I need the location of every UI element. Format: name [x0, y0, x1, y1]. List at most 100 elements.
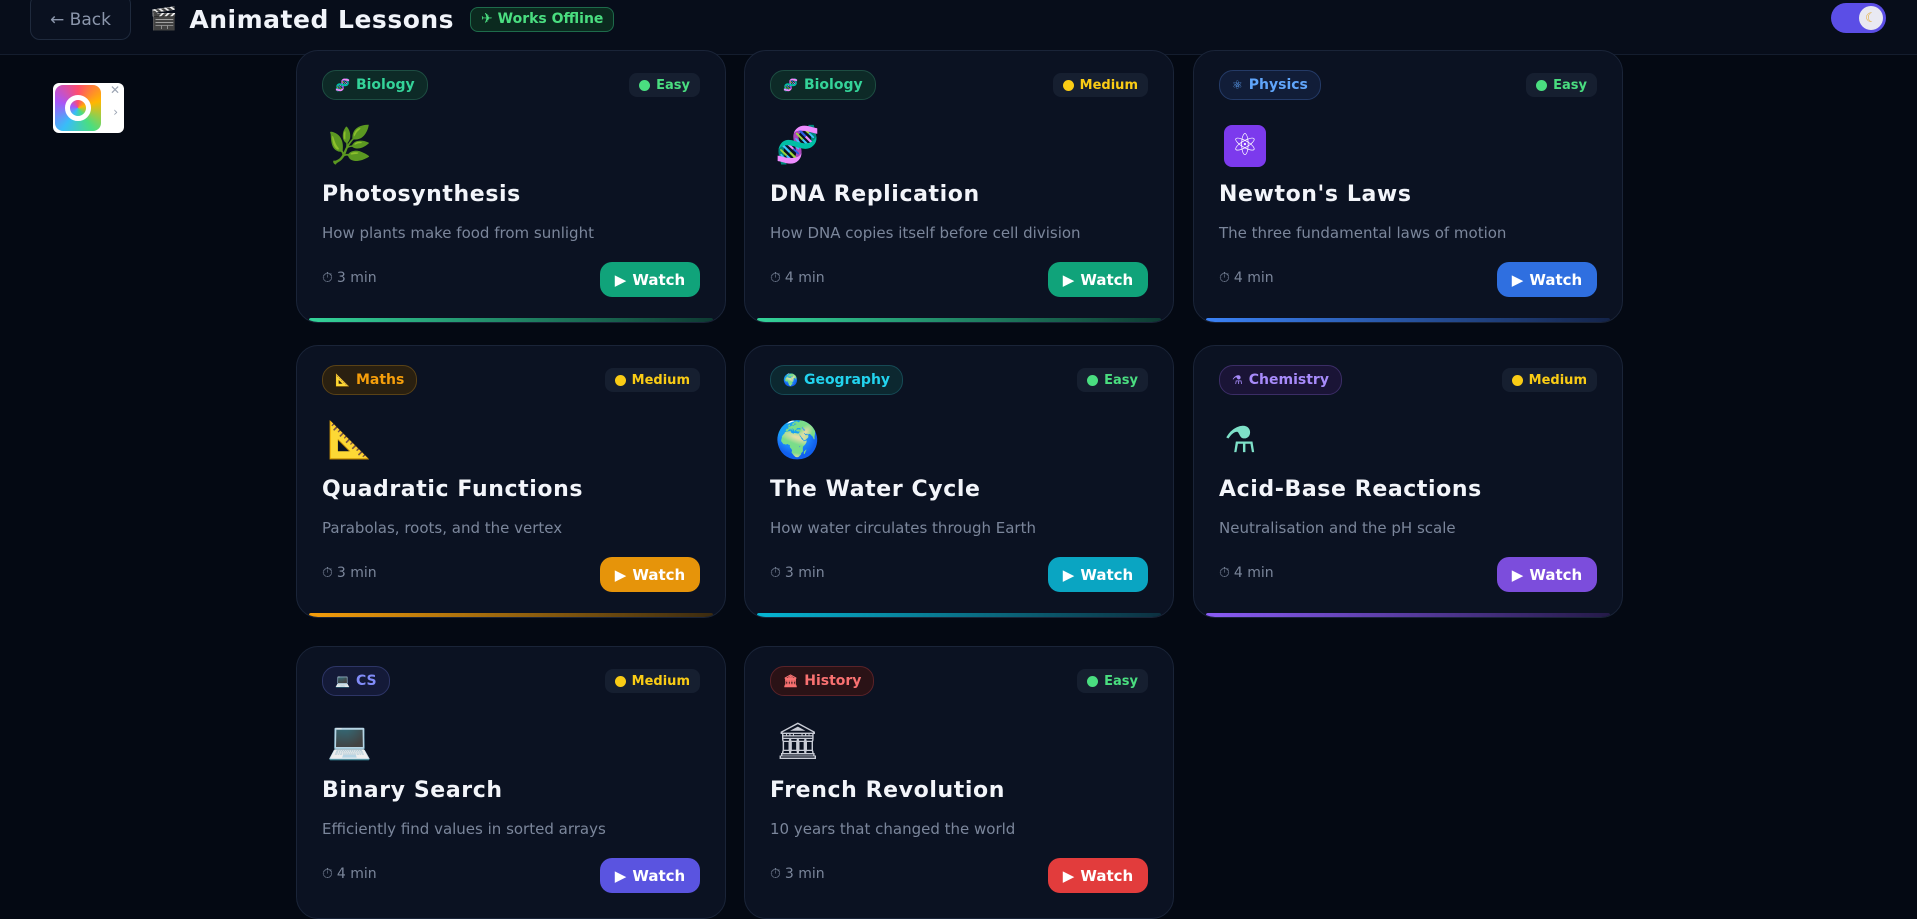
lesson-title: Binary Search: [322, 778, 503, 803]
difficulty-badge: Medium: [604, 368, 700, 392]
lesson-description: How water circulates through Earth: [770, 519, 1036, 537]
globe-icon: 🌍: [783, 373, 798, 387]
back-button[interactable]: ← Back: [30, 0, 131, 40]
laptop-icon: 💻: [335, 674, 350, 688]
watch-button[interactable]: ▶ Watch: [1048, 858, 1148, 893]
watch-button[interactable]: ▶ Watch: [1048, 262, 1148, 297]
dna-icon: 🧬: [783, 78, 798, 92]
timer-icon: ⏱: [1219, 565, 1230, 581]
top-bar: ← Back 🎬 Animated Lessons ✈ Works Offlin…: [0, 0, 1917, 55]
classical-building-icon: 🏛: [775, 721, 821, 762]
difficulty-badge: Easy: [1526, 73, 1597, 97]
lesson-description: How plants make food from sunlight: [322, 224, 594, 242]
lesson-description: The three fundamental laws of motion: [1219, 224, 1507, 242]
clapper-icon: 🎬: [150, 6, 178, 32]
play-icon: ▶: [1062, 270, 1075, 289]
play-icon: ▶: [1062, 866, 1075, 885]
timer-icon: ⏱: [1219, 270, 1230, 286]
watch-button[interactable]: ▶ Watch: [600, 557, 700, 592]
timer-icon: ⏱: [322, 270, 333, 286]
lesson-description: Neutralisation and the pH scale: [1219, 519, 1456, 537]
accent-bar: [309, 613, 713, 617]
duration: ⏱ 3 min: [770, 565, 825, 581]
lesson-title: Quadratic Functions: [322, 477, 584, 502]
watch-button[interactable]: ▶ Watch: [1497, 557, 1597, 592]
duration: ⏱ 3 min: [322, 270, 377, 286]
duration: ⏱ 4 min: [322, 866, 377, 882]
lesson-card: 📐 Maths Medium 📐 Quadratic Functions Par…: [296, 345, 726, 618]
difficulty-dot: [1087, 675, 1099, 687]
lesson-description: 10 years that changed the world: [770, 820, 1016, 838]
subject-badge: 🧬 Biology: [770, 70, 876, 100]
duration: ⏱ 4 min: [770, 270, 825, 286]
lesson-title: Acid-Base Reactions: [1219, 477, 1482, 502]
classical-building-icon: 🏛: [783, 674, 799, 688]
timer-icon: ⏱: [322, 565, 333, 581]
duration: ⏱ 3 min: [770, 866, 825, 882]
accent-bar: [1206, 318, 1610, 322]
difficulty-badge: Easy: [1077, 669, 1148, 693]
difficulty-badge: Easy: [629, 73, 700, 97]
duration: ⏱ 4 min: [1219, 565, 1274, 581]
watch-button[interactable]: ▶ Watch: [600, 262, 700, 297]
timer-icon: ⏱: [770, 866, 781, 882]
lesson-title: Photosynthesis: [322, 182, 521, 207]
page-title: Animated Lessons: [189, 4, 455, 34]
moon-icon: ☾: [1859, 6, 1883, 30]
subject-badge: 🧬 Biology: [322, 70, 428, 100]
dna-icon: 🧬: [335, 78, 350, 92]
extension-widget[interactable]: ✕ ›: [53, 83, 124, 133]
offline-badge: ✈ Works Offline: [470, 6, 615, 32]
lesson-description: Efficiently find values in sorted arrays: [322, 820, 606, 838]
lesson-title: Newton's Laws: [1219, 182, 1412, 207]
watch-button[interactable]: ▶ Watch: [1048, 557, 1148, 592]
difficulty-dot: [639, 79, 651, 91]
play-icon: ▶: [1511, 270, 1524, 289]
difficulty-dot: [1062, 79, 1074, 91]
watch-button[interactable]: ▶ Watch: [600, 858, 700, 893]
lesson-card: 🌍 Geography Easy 🌍 The Water Cycle How w…: [744, 345, 1174, 618]
subject-badge: 📐 Maths: [322, 365, 418, 395]
difficulty-dot: [614, 374, 626, 386]
lesson-description: How DNA copies itself before cell divisi…: [770, 224, 1081, 242]
play-icon: ▶: [614, 565, 627, 584]
title-group: 🎬 Animated Lessons ✈ Works Offline: [150, 0, 615, 38]
chevron-right-icon[interactable]: ›: [113, 105, 118, 119]
accent-bar: [757, 318, 1161, 322]
difficulty-badge: Medium: [604, 669, 700, 693]
dna-icon: 🧬: [775, 125, 820, 166]
close-icon[interactable]: ✕: [110, 83, 120, 97]
globe-icon: 🌍: [775, 420, 820, 461]
subject-badge: ⚗ Chemistry: [1219, 365, 1342, 395]
extension-logo-icon[interactable]: [55, 85, 101, 131]
laptop-icon: 💻: [327, 721, 372, 762]
lesson-title: DNA Replication: [770, 182, 980, 207]
subject-badge: 🏛 History: [770, 666, 875, 696]
difficulty-dot: [1511, 374, 1523, 386]
lesson-card: ⚗ Chemistry Medium ⚗ Acid-Base Reactions…: [1193, 345, 1623, 618]
subject-badge: ⚛ Physics: [1219, 70, 1321, 100]
accent-bar: [309, 318, 713, 322]
theme-toggle[interactable]: ☾: [1831, 3, 1886, 33]
play-icon: ▶: [1511, 565, 1524, 584]
lesson-card: 🧬 Biology Easy 🌿 Photosynthesis How plan…: [296, 50, 726, 323]
difficulty-badge: Medium: [1052, 73, 1148, 97]
lesson-card: ⚛ Physics Easy ⚛ Newton's Laws The three…: [1193, 50, 1623, 323]
timer-icon: ⏱: [770, 565, 781, 581]
lesson-title: French Revolution: [770, 778, 1005, 803]
triangle-ruler-icon: 📐: [335, 373, 350, 387]
watch-button[interactable]: ▶ Watch: [1497, 262, 1597, 297]
play-icon: ▶: [1062, 565, 1075, 584]
duration: ⏱ 4 min: [1219, 270, 1274, 286]
difficulty-dot: [614, 675, 626, 687]
flask-icon: ⚗: [1232, 373, 1243, 387]
play-icon: ▶: [614, 866, 627, 885]
subject-badge: 💻 CS: [322, 666, 390, 696]
difficulty-dot: [1087, 374, 1099, 386]
duration: ⏱ 3 min: [322, 565, 377, 581]
accent-bar: [1206, 613, 1610, 617]
difficulty-badge: Easy: [1077, 368, 1148, 392]
subject-badge: 🌍 Geography: [770, 365, 904, 395]
atom-icon: ⚛: [1224, 125, 1266, 167]
difficulty-badge: Medium: [1501, 368, 1597, 392]
